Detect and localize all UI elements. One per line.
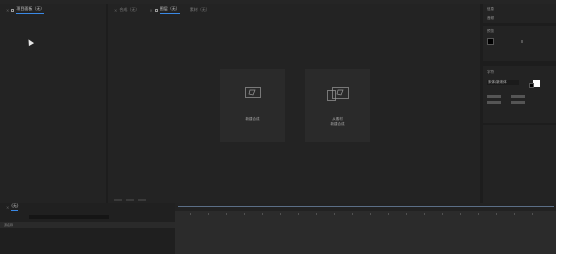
character-title: 字符 xyxy=(487,70,494,74)
tab-composition[interactable]: × 合成（无） xyxy=(114,7,139,13)
close-icon[interactable]: × xyxy=(6,8,9,13)
ruler-tick xyxy=(460,213,461,215)
new-composition-label: 新建合成 xyxy=(245,117,260,121)
new-comp-from-footage-label: 从素材 新建合成 xyxy=(330,117,345,126)
leading-field[interactable] xyxy=(511,95,525,98)
ruler-tick xyxy=(514,213,515,215)
ruler-tick xyxy=(532,213,533,215)
timeline-search-input[interactable] xyxy=(29,215,109,219)
close-icon[interactable]: × xyxy=(114,8,117,13)
lock-icon[interactable] xyxy=(11,8,15,12)
app-window: × 项目面板（无） × 合成（无） × 图层（无） 素材（无） 新建合成 从素材… xyxy=(0,0,556,254)
viewer-tabbar: × 合成（无） × 图层（无） 素材（无） xyxy=(108,4,480,16)
footage-icon xyxy=(326,87,349,101)
ruler-tick xyxy=(496,213,497,215)
preview-title: 预览 xyxy=(487,29,494,33)
viewer-control[interactable] xyxy=(138,198,146,201)
close-icon[interactable]: × xyxy=(6,205,9,210)
new-composition-button[interactable]: 新建合成 xyxy=(220,69,285,142)
timeline-layer-list[interactable] xyxy=(0,228,175,254)
composition-viewer: × 合成（无） × 图层（无） 素材（无） 新建合成 从素材 新建合成 xyxy=(108,4,480,203)
tab-layer[interactable]: × 图层（无） xyxy=(149,6,180,14)
font-size-field[interactable] xyxy=(487,95,501,98)
ruler-tick xyxy=(316,213,317,215)
cursor-icon xyxy=(25,37,35,47)
work-area-bar[interactable] xyxy=(178,206,554,207)
tab-project[interactable]: × 项目面板（无） xyxy=(6,6,45,14)
timeline-panel: × (无) 源名称 xyxy=(0,203,556,254)
tab-timeline[interactable]: × (无) xyxy=(6,203,19,211)
ruler-tick xyxy=(388,213,389,215)
tab-project-label: 项目面板（无） xyxy=(16,6,45,14)
ruler-tick xyxy=(352,213,353,215)
timeline-tracks[interactable] xyxy=(175,211,556,254)
timeline-tabbar: × (无) xyxy=(0,203,175,211)
ruler-tick xyxy=(298,213,299,215)
viewer-control[interactable] xyxy=(114,198,122,201)
ruler-tick xyxy=(208,213,209,215)
ruler-tick xyxy=(244,213,245,215)
ruler-tick xyxy=(280,213,281,215)
ruler-tick xyxy=(226,213,227,215)
audio-title: 音频 xyxy=(487,16,494,20)
character-panel: 字符 宋体/新宋体 xyxy=(483,66,556,123)
fill-color-swatch[interactable] xyxy=(533,80,540,87)
right-empty-panel xyxy=(483,125,556,203)
project-panel: × 项目面板（无） xyxy=(0,4,106,203)
ruler-tick xyxy=(424,213,425,215)
ruler-tick xyxy=(406,213,407,215)
preview-swatch[interactable] xyxy=(487,38,494,45)
timeline-layers: × (无) 源名称 xyxy=(0,203,175,254)
ruler-tick xyxy=(334,213,335,215)
preview-control[interactable] xyxy=(521,40,523,43)
font-family-select[interactable]: 宋体/新宋体 xyxy=(487,80,519,85)
close-icon[interactable]: × xyxy=(149,8,152,13)
ruler-tick xyxy=(190,213,191,215)
viewer-toolbar xyxy=(108,196,480,203)
lock-icon[interactable] xyxy=(154,8,158,12)
tracking-field[interactable] xyxy=(511,101,525,104)
time-ruler[interactable] xyxy=(175,203,556,211)
viewer-control[interactable] xyxy=(126,198,134,201)
info-title: 信息 xyxy=(487,7,494,11)
ruler-tick xyxy=(442,213,443,215)
kerning-field[interactable] xyxy=(487,101,501,104)
source-name-column[interactable]: 源名称 xyxy=(4,223,13,227)
tab-footage[interactable]: 素材（无） xyxy=(190,7,210,13)
new-comp-from-footage-button[interactable]: 从素材 新建合成 xyxy=(305,69,370,142)
project-tabbar: × 项目面板（无） xyxy=(0,4,106,16)
composition-icon xyxy=(244,87,261,98)
stroke-color-swatch[interactable] xyxy=(529,83,534,88)
info-panel: 信息 音频 xyxy=(483,4,556,23)
ruler-tick xyxy=(370,213,371,215)
ruler-tick xyxy=(478,213,479,215)
ruler-tick xyxy=(262,213,263,215)
preview-panel: 预览 xyxy=(483,26,556,61)
